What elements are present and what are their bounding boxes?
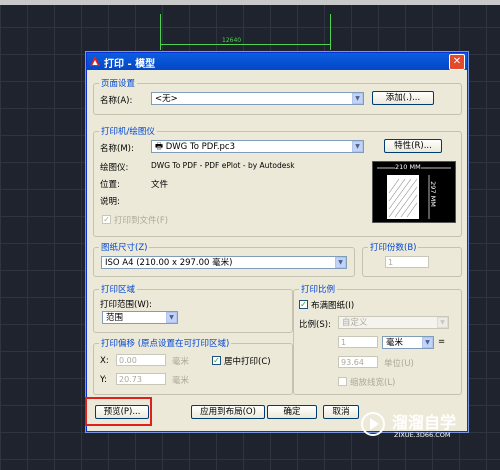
printer-legend: 打印机/绘图仪 <box>99 125 157 137</box>
plot-area-legend: 打印区域 <box>99 283 138 295</box>
plot-scale-legend: 打印比例 <box>299 283 338 295</box>
chevron-down-icon: ▼ <box>352 93 363 104</box>
offset-x-value: 0.00 <box>119 356 137 365</box>
plot-offset-group: 打印偏移 (原点设置在可打印区域) X: 0.00 毫米 ✓ 居中打印(C) Y… <box>93 337 293 395</box>
scale-denominator-value: 93.64 <box>341 358 364 367</box>
preview-button-highlight <box>85 397 152 426</box>
plotter-label: 绘图仪: <box>100 163 129 173</box>
add-page-setup-button[interactable]: 添加(.)... <box>372 91 434 105</box>
location-value: 文件 <box>151 180 169 190</box>
scale-unit-select[interactable]: 毫米 ▼ <box>382 336 434 349</box>
plot-offset-legend: 打印偏移 (原点设置在可打印区域) <box>99 337 232 349</box>
watermark-brand: 溜溜自学 <box>392 413 457 432</box>
ok-button[interactable]: 确定 <box>267 405 317 419</box>
equals-sign: = <box>438 337 446 347</box>
plot-range-value: 范围 <box>106 313 124 323</box>
offset-y-label: Y: <box>100 375 107 385</box>
chevron-down-icon: ▼ <box>166 312 177 323</box>
page-setup-legend: 页面设置 <box>99 77 138 89</box>
fit-to-paper-checkbox[interactable]: ✓ <box>299 300 308 309</box>
cad-dimension-text: 12640 <box>222 37 242 44</box>
offset-x-field[interactable]: 0.00 <box>116 354 166 366</box>
plot-range-select[interactable]: 范围 ▼ <box>102 311 178 324</box>
printer-icon: 🖶 <box>155 142 166 152</box>
center-plot-label: 居中打印(C) <box>224 357 271 367</box>
unit-label: 单位(U) <box>384 359 414 369</box>
play-logo-icon <box>361 412 385 436</box>
scale-value: 自定义 <box>342 318 368 328</box>
cancel-button[interactable]: 取消 <box>323 405 359 419</box>
page-setup-group: 页面设置 名称(A): <无> ▼ 添加(.)... <box>93 77 462 115</box>
plotter-value: DWG To PDF - PDF ePlot - by Autodesk <box>151 161 295 170</box>
page-setup-name-label: 名称(A): <box>100 96 133 106</box>
printer-name-select[interactable]: 🖶 DWG To PDF.pc3 ▼ <box>151 140 364 153</box>
location-label: 位置: <box>100 180 120 190</box>
page-setup-name-select[interactable]: <无> ▼ <box>151 92 364 105</box>
paper-preview-graphic <box>377 167 451 219</box>
plot-to-file-checkbox[interactable]: ✓ <box>102 215 111 224</box>
chevron-down-icon: ▼ <box>437 317 448 328</box>
plot-to-file-label: 打印到文件(F) <box>114 216 169 226</box>
paper-size-select[interactable]: ISO A4 (210.00 x 297.00 毫米) ▼ <box>101 256 347 269</box>
apply-to-layout-button[interactable]: 应用到布局(O) <box>191 405 265 419</box>
cad-dimension-line <box>160 44 330 45</box>
offset-x-unit: 毫米 <box>172 357 190 367</box>
scale-numerator-value: 1 <box>341 338 347 347</box>
paper-size-legend: 图纸尺寸(Z) <box>99 241 150 253</box>
autocad-app-icon <box>90 56 100 66</box>
center-plot-checkbox[interactable]: ✓ <box>212 356 221 365</box>
scale-linewidth-checkbox[interactable] <box>338 377 347 386</box>
plot-scale-group: 打印比例 ✓ 布满图纸(I) 比例(S): 自定义 ▼ 1 毫米 ▼ = 93.… <box>293 283 462 395</box>
offset-y-unit: 毫米 <box>172 376 190 386</box>
chevron-down-icon: ▼ <box>352 141 363 152</box>
offset-y-field[interactable]: 20.73 <box>116 373 166 385</box>
copies-spinner[interactable]: 1 <box>385 256 429 268</box>
page-setup-name-value: <无> <box>155 94 178 104</box>
copies-value: 1 <box>388 258 394 267</box>
chevron-down-icon: ▼ <box>335 257 346 268</box>
scale-denominator-field[interactable]: 93.64 <box>338 356 378 368</box>
watermark: 溜溜自学 ZIXUE.3D66.COM <box>360 405 480 447</box>
chevron-down-icon: ▼ <box>422 337 433 348</box>
scale-numerator-field[interactable]: 1 <box>338 336 378 348</box>
close-button[interactable]: ✕ <box>449 54 465 70</box>
cad-vertical-line-left <box>160 14 161 50</box>
fit-to-paper-label: 布满图纸(I) <box>311 301 355 311</box>
close-icon: ✕ <box>452 56 462 67</box>
preview-width-label: 210 MM <box>395 163 421 171</box>
printer-name-label: 名称(M): <box>100 144 134 154</box>
scale-linewidth-label: 缩放线宽(L) <box>350 378 396 388</box>
copies-group: 打印份数(B) 1 <box>362 241 462 277</box>
dialog-title: 打印 - 模型 <box>104 59 156 70</box>
printer-properties-button[interactable]: 特性(R)... <box>384 139 442 153</box>
top-toolbar-strip <box>0 0 500 5</box>
paper-size-group: 图纸尺寸(Z) ISO A4 (210.00 x 297.00 毫米) ▼ <box>93 241 355 277</box>
description-label: 说明: <box>100 197 120 207</box>
offset-y-value: 20.73 <box>119 375 142 384</box>
paper-size-value: ISO A4 (210.00 x 297.00 毫米) <box>105 258 233 268</box>
print-dialog: 打印 - 模型 ✕ 页面设置 名称(A): <无> ▼ 添加(.)... 打印机… <box>86 52 468 432</box>
scale-select[interactable]: 自定义 ▼ <box>338 316 449 329</box>
preview-height-label: 297 MM <box>428 181 437 207</box>
plot-range-label: 打印范围(W): <box>100 300 152 310</box>
printer-name-value: DWG To PDF.pc3 <box>165 142 235 152</box>
offset-x-label: X: <box>100 356 109 366</box>
scale-unit-value: 毫米 <box>386 338 404 348</box>
cad-vertical-line-right <box>330 14 331 50</box>
watermark-url: ZIXUE.3D66.COM <box>394 431 451 439</box>
dialog-titlebar[interactable]: 打印 - 模型 ✕ <box>87 53 467 70</box>
plot-area-group: 打印区域 打印范围(W): 范围 ▼ <box>93 283 293 333</box>
scale-label: 比例(S): <box>299 320 331 330</box>
copies-legend: 打印份数(B) <box>368 241 419 253</box>
paper-preview: 210 MM 297 MM <box>372 161 456 223</box>
